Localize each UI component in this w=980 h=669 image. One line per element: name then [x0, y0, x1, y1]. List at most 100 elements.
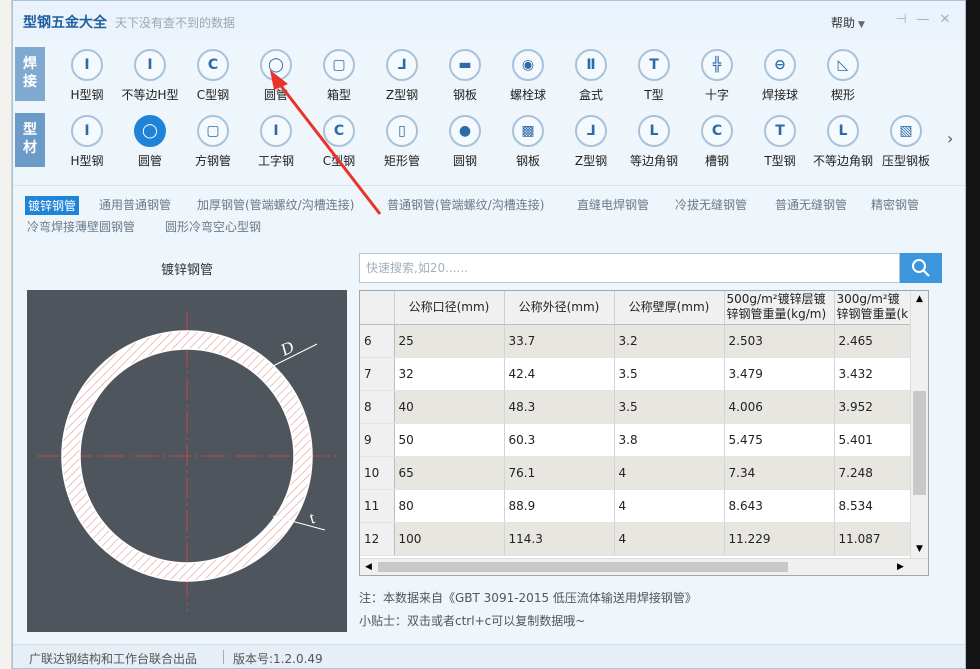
close-icon[interactable]: ✕ [937, 12, 953, 28]
table-row[interactable]: 7 32 42.4 3.5 3.479 3.432 [360, 357, 915, 391]
vertical-scrollbar[interactable]: ▲ ▼ [910, 291, 928, 559]
table-row[interactable]: 8 40 48.3 3.5 4.006 3.952 [360, 390, 915, 424]
help-menu-button[interactable]: 帮助 ▼ [831, 14, 865, 31]
table-cell[interactable]: 11.087 [834, 522, 915, 556]
profile-item[interactable]: ⅃ Z型钢 [559, 113, 623, 169]
column-header[interactable]: 500g/m²镀锌层镀锌钢管重量(kg/m) [724, 291, 835, 325]
profile-item[interactable]: L 不等边角钢 [811, 113, 875, 169]
profile-item[interactable]: ▢ 方钢管 [181, 113, 245, 169]
profile-item[interactable]: ▯ 矩形管 [370, 113, 434, 169]
profile-item[interactable]: L 等边角钢 [622, 113, 686, 169]
subtype-tab[interactable]: 普通无缝钢管 [775, 196, 847, 213]
table-cell[interactable]: 100 [394, 522, 505, 556]
subtype-tab[interactable]: 圆形冷弯空心型钢 [165, 218, 261, 235]
table-row[interactable]: 11 80 88.9 4 8.643 8.534 [360, 489, 915, 523]
table-cell[interactable]: 32 [394, 357, 505, 391]
table-cell[interactable]: 114.3 [504, 522, 615, 556]
weld-item[interactable]: Ⅱ 盒式 [559, 47, 623, 103]
table-cell[interactable]: 5.401 [834, 423, 915, 457]
category-tab-profile[interactable]: 型 材 [15, 113, 45, 167]
table-cell[interactable]: 3.432 [834, 357, 915, 391]
table-cell[interactable]: 4 [614, 489, 725, 523]
weld-item[interactable]: Ⅰ H型钢 [55, 47, 119, 103]
table-cell[interactable]: 3.5 [614, 390, 725, 424]
table-row[interactable]: 9 50 60.3 3.8 5.475 5.401 [360, 423, 915, 457]
table-cell[interactable]: 42.4 [504, 357, 615, 391]
table-cell[interactable]: 40 [394, 390, 505, 424]
row-number[interactable]: 6 [360, 324, 395, 358]
table-cell[interactable]: 2.503 [724, 324, 835, 358]
weld-item[interactable]: ⅃ Z型钢 [370, 47, 434, 103]
subtype-tab[interactable]: 镀锌钢管 [25, 196, 80, 215]
subtype-tab[interactable]: 加厚钢管(管端螺纹/沟槽连接) [197, 196, 354, 213]
scroll-left-icon[interactable]: ◀ [360, 559, 377, 575]
scroll-right-icon[interactable]: ▶ [892, 559, 909, 575]
weld-item[interactable]: ╬ 十字 [685, 47, 749, 103]
table-cell[interactable]: 3.952 [834, 390, 915, 424]
chevron-right-icon[interactable]: › [947, 129, 953, 148]
table-cell[interactable]: 48.3 [504, 390, 615, 424]
row-number[interactable]: 8 [360, 390, 395, 424]
table-cell[interactable]: 3.8 [614, 423, 725, 457]
profile-item[interactable]: ▩ 钢板 [496, 113, 560, 169]
row-number[interactable]: 11 [360, 489, 395, 523]
weld-item[interactable]: Ⅽ C型钢 [181, 47, 245, 103]
minimize-icon[interactable]: — [915, 12, 931, 28]
table-cell[interactable]: 11.229 [724, 522, 835, 556]
search-button[interactable] [900, 253, 942, 283]
search-input[interactable] [359, 253, 900, 283]
profile-item[interactable]: ◯ 圆管 [118, 113, 182, 169]
scroll-down-icon[interactable]: ▼ [911, 541, 928, 558]
table-cell[interactable]: 3.2 [614, 324, 725, 358]
weld-item[interactable]: ▬ 钢板 [433, 47, 497, 103]
table-cell[interactable]: 5.475 [724, 423, 835, 457]
pin-icon[interactable]: ⊣ [893, 12, 909, 28]
profile-item[interactable]: Ⅽ 槽钢 [685, 113, 749, 169]
profile-item[interactable]: ● 圆钢 [433, 113, 497, 169]
table-cell[interactable]: 33.7 [504, 324, 615, 358]
horizontal-scroll-thumb[interactable] [378, 562, 788, 572]
table-cell[interactable]: 88.9 [504, 489, 615, 523]
table-cell[interactable]: 8.643 [724, 489, 835, 523]
row-number[interactable]: 12 [360, 522, 395, 556]
profile-item[interactable]: Ⅰ 工字钢 [244, 113, 308, 169]
table-row[interactable]: 6 25 33.7 3.2 2.503 2.465 [360, 324, 915, 358]
subtype-tab[interactable]: 普通钢管(管端螺纹/沟槽连接) [387, 196, 544, 213]
scroll-up-icon[interactable]: ▲ [911, 291, 928, 308]
table-cell[interactable]: 7.34 [724, 456, 835, 490]
row-number[interactable]: 10 [360, 456, 395, 490]
table-cell[interactable]: 2.465 [834, 324, 915, 358]
horizontal-scrollbar[interactable]: ◀ ▶ [360, 558, 928, 575]
table-cell[interactable]: 4.006 [724, 390, 835, 424]
weld-item[interactable]: ◯ 圆管 [244, 47, 308, 103]
table-row[interactable]: 12 100 114.3 4 11.229 11.087 [360, 522, 915, 556]
table-cell[interactable]: 4 [614, 456, 725, 490]
profile-item[interactable]: T T型钢 [748, 113, 812, 169]
category-tab-weld[interactable]: 焊 接 [15, 47, 45, 101]
weld-item[interactable]: ▢ 箱型 [307, 47, 371, 103]
table-cell[interactable]: 3.5 [614, 357, 725, 391]
table-row[interactable]: 10 65 76.1 4 7.34 7.248 [360, 456, 915, 490]
weld-item[interactable]: ◉ 螺栓球 [496, 47, 560, 103]
subtype-tab[interactable]: 直缝电焊钢管 [577, 196, 649, 213]
subtype-tab[interactable]: 精密钢管 [871, 196, 919, 213]
weld-item[interactable]: T T型 [622, 47, 686, 103]
profile-item[interactable]: Ⅰ H型钢 [55, 113, 119, 169]
table-cell[interactable]: 4 [614, 522, 725, 556]
table-cell[interactable]: 60.3 [504, 423, 615, 457]
subtype-tab[interactable]: 冷弯焊接薄壁圆钢管 [27, 218, 135, 235]
weld-item[interactable]: Ⅰ 不等边H型 [118, 47, 182, 103]
subtype-tab[interactable]: 通用普通钢管 [99, 196, 171, 213]
row-number[interactable]: 7 [360, 357, 395, 391]
weld-item[interactable]: ◺ 楔形 [811, 47, 875, 103]
table-cell[interactable]: 7.248 [834, 456, 915, 490]
table-cell[interactable]: 3.479 [724, 357, 835, 391]
table-cell[interactable]: 80 [394, 489, 505, 523]
table-cell[interactable]: 8.534 [834, 489, 915, 523]
table-cell[interactable]: 76.1 [504, 456, 615, 490]
profile-item[interactable]: Ⅽ C型钢 [307, 113, 371, 169]
table-cell[interactable]: 65 [394, 456, 505, 490]
column-header[interactable]: 公称口径(mm) [394, 291, 505, 325]
subtype-tab[interactable]: 冷拔无缝钢管 [675, 196, 747, 213]
table-cell[interactable]: 25 [394, 324, 505, 358]
